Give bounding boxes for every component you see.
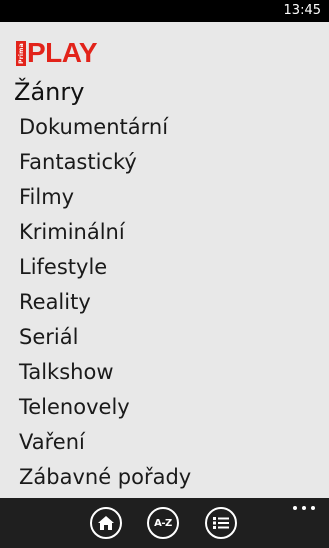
genre-item-lifestyle[interactable]: Lifestyle <box>19 254 191 289</box>
a-z-button[interactable]: A-Z <box>147 507 179 539</box>
genre-item-reality[interactable]: Reality <box>19 289 191 324</box>
logo-play-text: PLAY <box>27 37 98 68</box>
app-bar: A-Z <box>0 498 329 548</box>
ellipsis-icon[interactable] <box>293 504 315 512</box>
status-bar: 13:45 <box>0 0 329 22</box>
main-content: Prima PLAY Žánry Dokumentární Fantastick… <box>0 22 329 498</box>
page-title: Žánry <box>14 78 85 106</box>
list-button[interactable] <box>205 507 237 539</box>
a-z-icon: A-Z <box>154 517 172 529</box>
genre-item-talkshow[interactable]: Talkshow <box>19 359 191 394</box>
logo-prima-tag: Prima <box>16 40 26 66</box>
logo-prima-text: Prima <box>17 42 25 64</box>
prima-play-logo: Prima PLAY <box>16 37 98 68</box>
genre-item-kriminalni[interactable]: Kriminální <box>19 219 191 254</box>
home-icon <box>98 516 114 530</box>
genre-item-zabavne-porady[interactable]: Zábavné pořady <box>19 464 191 499</box>
home-button[interactable] <box>90 507 122 539</box>
genre-item-vareni[interactable]: Vaření <box>19 429 191 464</box>
genre-item-telenovely[interactable]: Telenovely <box>19 394 191 429</box>
genre-item-filmy[interactable]: Filmy <box>19 184 191 219</box>
genre-item-dokumentarni[interactable]: Dokumentární <box>19 114 191 149</box>
genre-item-fantasticky[interactable]: Fantastický <box>19 149 191 184</box>
genre-item-serial[interactable]: Seriál <box>19 324 191 359</box>
status-time: 13:45 <box>283 3 321 18</box>
genre-list: Dokumentární Fantastický Filmy Krimináln… <box>19 114 191 499</box>
list-icon <box>213 517 229 529</box>
